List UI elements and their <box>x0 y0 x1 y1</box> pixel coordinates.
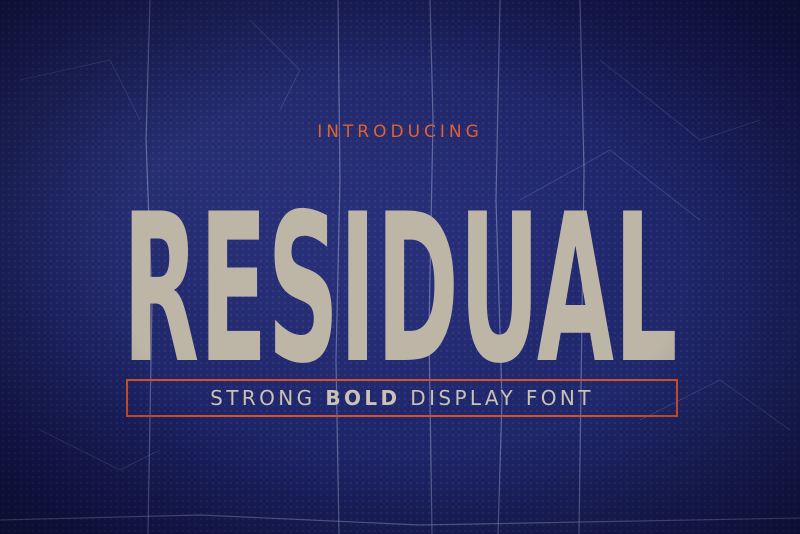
tagline-prefix: STRONG <box>210 386 326 410</box>
title-wordmark: RESIDUAL <box>123 171 678 409</box>
intro-label: INTRODUCING <box>317 122 483 142</box>
tagline-frame: STRONG BOLD DISPLAY FONT <box>126 379 678 417</box>
tagline: STRONG BOLD DISPLAY FONT <box>210 386 594 410</box>
title-text: RESIDUAL <box>123 171 678 409</box>
poster: INTRODUCING RESIDUAL STRONG BOLD DISPLAY… <box>0 0 800 534</box>
tagline-suffix: DISPLAY FONT <box>400 386 594 410</box>
tagline-bold-word: BOLD <box>325 386 401 410</box>
